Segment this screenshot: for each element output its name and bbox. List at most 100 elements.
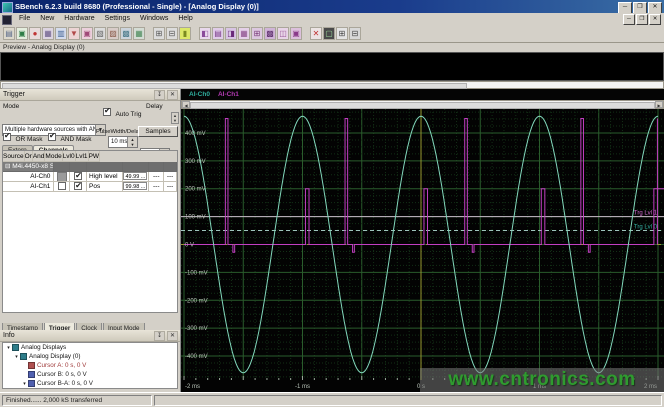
column-header[interactable]: PW	[88, 151, 101, 162]
toolbar-icon[interactable]: ▮	[179, 27, 191, 40]
toolbar: ▤ ▣ ● ▦ ▥ ▼ ▣ ▧ ▨ ▩ ▦ ⊞ ⊟ ▮ ◧ ▤ ◨ ▦ ⊞ ▩ …	[0, 25, 664, 43]
close-icon[interactable]: ✕	[167, 331, 178, 341]
svg-text:100 mV: 100 mV	[185, 215, 206, 221]
or-checkbox[interactable]	[57, 182, 66, 191]
tree-item-icon	[28, 362, 35, 369]
toolbar-icon[interactable]: ▩	[120, 27, 132, 40]
toolbar-icon[interactable]: ⊞	[153, 27, 165, 40]
toolbar-icon[interactable]: ◫	[277, 27, 289, 40]
menu-item[interactable]: Settings	[100, 13, 135, 25]
delay-label: Delay	[146, 103, 163, 110]
tree-item-label: Analog Displays	[21, 344, 67, 351]
menu-item[interactable]: New	[35, 13, 59, 25]
pin-icon[interactable]: ↧	[154, 331, 165, 341]
close-icon[interactable]: ✕	[167, 90, 178, 100]
menu-item[interactable]: Windows	[135, 13, 173, 25]
column-header[interactable]: Or	[24, 151, 33, 162]
toolbar-icon[interactable]: ▦	[238, 27, 250, 40]
level0-field[interactable]: 99.98 ...	[123, 182, 148, 190]
tree-expander-icon[interactable]: ▾	[21, 381, 28, 387]
toolbar-icon[interactable]: ▣	[290, 27, 302, 40]
column-header[interactable]: Lvl1	[75, 151, 89, 162]
waveform-plot[interactable]: Trg Lvl 1Trg Lvl 0400 mV300 mV200 mV100 …	[181, 109, 664, 392]
spinner-arrows-icon[interactable]: ▲ ▼	[127, 137, 137, 147]
toolbar-icon[interactable]: ✕	[310, 27, 322, 40]
mdi-restore-button[interactable]: ❐	[636, 14, 648, 25]
preview-title: Preview - Analog Display (0)	[0, 43, 664, 52]
and-checkbox[interactable]	[74, 172, 83, 181]
toolbar-icon[interactable]: ▼	[68, 27, 80, 40]
tree-expander-icon[interactable]: ▾	[13, 354, 20, 360]
mdi-minimize-button[interactable]: ─	[623, 14, 635, 25]
menu-item[interactable]: Help	[173, 13, 197, 25]
toolbar-icon[interactable]: ⊞	[336, 27, 348, 40]
toolbar-icon[interactable]: ⊟	[166, 27, 178, 40]
scroll-right-icon[interactable]: ▶	[655, 101, 663, 108]
svg-text:-1 ms: -1 ms	[295, 384, 310, 390]
pw-cell: ---	[164, 172, 177, 182]
or-disabled-block	[56, 172, 67, 181]
tree-item[interactable]: Cursor A: 0 s, 0 V	[3, 361, 177, 370]
menu-item[interactable]: Hardware	[59, 13, 99, 25]
menu-item[interactable]: File	[14, 13, 35, 25]
delay-spinner[interactable]: ▲ ▼	[171, 112, 179, 124]
column-header[interactable]: Lvl0	[62, 151, 76, 162]
table-row[interactable]: AI-Ch1 Pos 99.98 ... --- ---	[3, 182, 177, 192]
column-header[interactable]: Source	[3, 151, 25, 162]
trigger-mode-cell[interactable]: Pos	[87, 182, 123, 192]
tree-expander-icon[interactable]: ▾	[5, 345, 12, 351]
scroll-left-icon[interactable]: ◀	[182, 101, 190, 108]
toolbar-icon[interactable]: ●	[29, 27, 41, 40]
toolbar-icon[interactable]: ▢	[323, 27, 335, 40]
preview-scrollbar[interactable]	[0, 81, 664, 89]
chart-scroll-thumb[interactable]	[190, 102, 655, 109]
tree-item[interactable]: Cursor B: 0 s, 0 V	[3, 370, 177, 379]
tree-item[interactable]: ▾ Analog Displays	[3, 343, 177, 352]
mdi-close-button[interactable]: ✕	[649, 14, 661, 25]
toolbar-icon[interactable]: ▣	[16, 27, 28, 40]
level1-cell: ---	[149, 172, 165, 182]
column-header[interactable]: And	[32, 151, 46, 162]
tree-item-icon	[20, 353, 27, 360]
toolbar-icon[interactable]: ▥	[55, 27, 67, 40]
table-row[interactable]: AI-Ch0 High level 49.99 ... --- ---	[3, 172, 177, 182]
samples-button[interactable]: Samples	[138, 126, 178, 137]
level0-field[interactable]: 49.99 ...	[123, 172, 148, 180]
toolbar-icon[interactable]: ▨	[107, 27, 119, 40]
tree-item[interactable]: x(Hz) = 0 Hz	[3, 388, 177, 389]
level1-cell: ---	[149, 182, 165, 192]
trigger-mode-cell[interactable]: High level	[87, 172, 123, 182]
svg-text:-2 ms: -2 ms	[185, 384, 200, 390]
svg-text:0 V: 0 V	[185, 243, 194, 249]
toolbar-icon[interactable]: ▤	[3, 27, 15, 40]
pin-icon[interactable]: ↧	[154, 90, 165, 100]
mdi-child-icon[interactable]	[2, 15, 12, 25]
table-group-row[interactable]: ⊟ M4i.4450-x8 S...	[3, 162, 177, 172]
toolbar-icon[interactable]: ◨	[225, 27, 237, 40]
toolbar-icon[interactable]: ▧	[94, 27, 106, 40]
tree-item[interactable]: ▾ Cursor B-A: 0 s, 0 V	[3, 379, 177, 388]
column-header[interactable]: Mode	[45, 151, 63, 162]
channel-label[interactable]: AI-Ch0	[189, 91, 210, 98]
and-checkbox[interactable]	[74, 182, 83, 191]
toolbar-icon[interactable]: ▦	[133, 27, 145, 40]
channel-label[interactable]: AI-Ch1	[218, 91, 239, 98]
pulsewidth-spinbox[interactable]: 10 ms ▲ ▼	[108, 136, 138, 148]
expander-icon[interactable]: ⊟	[5, 163, 10, 170]
chart-scrollbar[interactable]: ◀ ▶	[181, 100, 664, 109]
preview-display[interactable]	[0, 52, 664, 81]
svg-text:-400 mV: -400 mV	[185, 354, 208, 360]
auto-trig-checkbox[interactable]: Auto Trig	[103, 103, 141, 121]
info-tree: ▾ Analog Displays ▾ Analog Display (0) C…	[2, 342, 178, 389]
watermark: www.cntronics.com	[420, 368, 664, 392]
toolbar-icon[interactable]: ▦	[42, 27, 54, 40]
toolbar-icon[interactable]: ▩	[264, 27, 276, 40]
toolbar-icon[interactable]: ▤	[212, 27, 224, 40]
toolbar-icon[interactable]: ⊞	[251, 27, 263, 40]
trigger-channel-table: Source Or And Mode Lvl0 Lvl1 PW ⊟ M4i.4450-x8 …	[2, 150, 178, 313]
toolbar-icon[interactable]: ⊟	[349, 27, 361, 40]
tree-item[interactable]: ▾ Analog Display (0)	[3, 352, 177, 361]
toolbar-icon[interactable]: ◧	[199, 27, 211, 40]
toolbar-icon[interactable]: ▣	[81, 27, 93, 40]
svg-text:400 mV: 400 mV	[185, 131, 206, 137]
